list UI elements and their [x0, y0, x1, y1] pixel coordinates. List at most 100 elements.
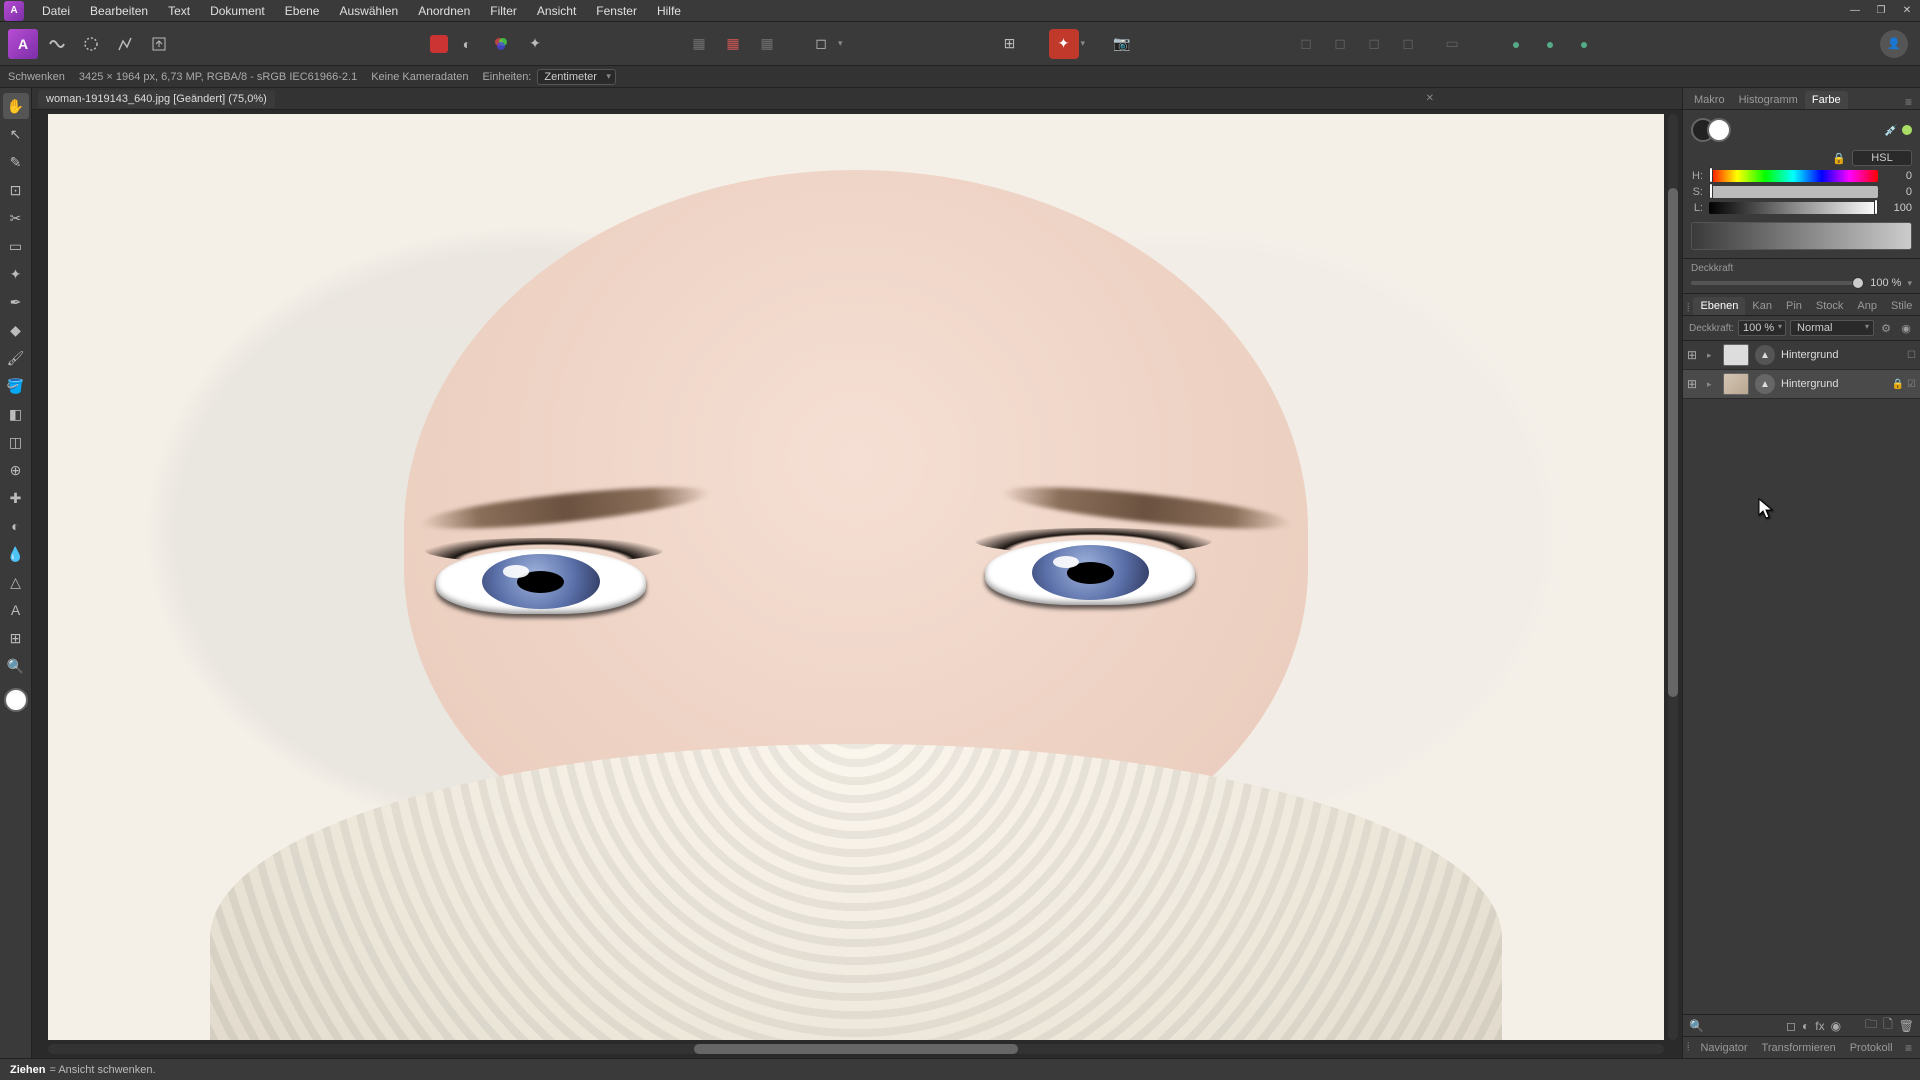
layer-opacity-input[interactable]: 100 %	[1738, 320, 1786, 336]
clone-tool[interactable]: ⊕	[3, 457, 29, 483]
lightness-slider[interactable]	[1709, 202, 1878, 214]
document-tab-close-button[interactable]: ✕	[1426, 93, 1434, 104]
persona-develop-icon[interactable]	[76, 29, 106, 59]
opacity-slider[interactable]	[1691, 281, 1864, 285]
lig-value[interactable]: 100	[1884, 202, 1912, 214]
layer-checkbox-icon[interactable]: ☑	[1907, 379, 1916, 390]
layer-visibility-icon[interactable]: ⊞	[1687, 377, 1701, 391]
layer-expand-icon[interactable]: ▸	[1707, 350, 1717, 361]
window-minimize-button[interactable]: —	[1842, 0, 1868, 22]
menu-auswaehlen[interactable]: Auswählen	[329, 1, 408, 21]
opacity-value[interactable]: 100 %	[1870, 277, 1901, 289]
move-tool[interactable]: ↖	[3, 121, 29, 147]
node-tool[interactable]: ◆	[3, 317, 29, 343]
selection-grow-icon[interactable]: ▦	[752, 29, 782, 59]
color-picker-tool[interactable]: ✎	[3, 149, 29, 175]
fill-tool[interactable]: 🪣	[3, 373, 29, 399]
layer-thumbnail[interactable]	[1723, 344, 1749, 366]
tab-kanaele[interactable]: Kan	[1745, 297, 1779, 315]
flood-select-tool[interactable]: ✦	[3, 261, 29, 287]
layer-expand-icon[interactable]: ▸	[1707, 379, 1717, 390]
adjustment-layer-icon[interactable]: ◐	[1802, 1019, 1809, 1033]
crop-tool[interactable]: ⊡	[3, 177, 29, 203]
tab-makro[interactable]: Makro	[1687, 91, 1732, 109]
foreground-color-circle[interactable]	[1707, 118, 1731, 142]
swatch-red-icon[interactable]	[430, 35, 448, 53]
menu-dokument[interactable]: Dokument	[200, 1, 275, 21]
selection-none-icon[interactable]: ▦	[684, 29, 714, 59]
healing-tool[interactable]: ✚	[3, 485, 29, 511]
blend-mode-select[interactable]: Normal	[1790, 320, 1874, 336]
sync-cloud-icon[interactable]: ●	[1535, 29, 1565, 59]
paint-brush-tool[interactable]: 🖌	[3, 345, 29, 371]
color-mode-select[interactable]: HSL	[1852, 150, 1912, 166]
hue-value[interactable]: 0	[1884, 170, 1912, 182]
pen-tool[interactable]: ✒	[3, 289, 29, 315]
tab-stile[interactable]: Stile	[1884, 297, 1919, 315]
tab-anpassungen[interactable]: Anp	[1850, 297, 1884, 315]
tab-histogramm[interactable]: Histogramm	[1732, 91, 1805, 109]
shape-tool[interactable]: △	[3, 569, 29, 595]
selection-brush-tool[interactable]: ✂	[3, 205, 29, 231]
delete-layer-icon[interactable]: 🗑	[1899, 1019, 1914, 1033]
window-close-button[interactable]: ✕	[1894, 0, 1920, 22]
camera-icon[interactable]: 📷	[1107, 29, 1137, 59]
canvas-viewport[interactable]	[32, 110, 1682, 1058]
dropdown-caret-icon[interactable]: ▾	[1907, 278, 1912, 289]
selection-invert-icon[interactable]: ▦	[718, 29, 748, 59]
panel-dock-icon[interactable]: ⦙	[1687, 302, 1689, 315]
tab-stock[interactable]: Stock	[1809, 297, 1851, 315]
eyedropper-icon[interactable]: 💉	[1884, 124, 1898, 137]
gradient-tool[interactable]: ◧	[3, 401, 29, 427]
hand-tool[interactable]: ✋	[3, 93, 29, 119]
layer-settings-icon[interactable]: ⚙	[1878, 322, 1894, 335]
menu-ebene[interactable]: Ebene	[275, 1, 330, 21]
vertical-scrollbar[interactable]	[1668, 114, 1678, 1040]
layer-visibility-icon[interactable]: ⊞	[1687, 348, 1701, 362]
group-layer-icon[interactable]: 🗀	[1865, 1015, 1877, 1036]
layer-fx-icon[interactable]: ◉	[1898, 322, 1914, 335]
persona-export-icon[interactable]	[144, 29, 174, 59]
mesh-tool[interactable]: ⊞	[3, 625, 29, 651]
persona-photo-icon[interactable]: A	[8, 29, 38, 59]
marquee-tool[interactable]: ▭	[3, 233, 29, 259]
tab-navigator[interactable]: Navigator	[1693, 1039, 1754, 1057]
document-tab[interactable]: woman-1919143_640.jpg [Geändert] (75,0%)	[38, 90, 275, 108]
add-layer-icon[interactable]: 🗋	[1883, 1015, 1893, 1036]
menu-hilfe[interactable]: Hilfe	[647, 1, 691, 21]
fx-layer-icon[interactable]: fx	[1815, 1019, 1824, 1033]
horizontal-scrollbar[interactable]	[48, 1044, 1664, 1054]
quick-mask-icon[interactable]: ◻	[806, 29, 836, 59]
menu-filter[interactable]: Filter	[480, 1, 527, 21]
menu-text[interactable]: Text	[158, 1, 200, 21]
dropdown-caret-icon[interactable]: ▾	[1081, 38, 1086, 49]
menu-anordnen[interactable]: Anordnen	[408, 1, 480, 21]
menu-ansicht[interactable]: Ansicht	[527, 1, 586, 21]
tab-transformieren[interactable]: Transformieren	[1755, 1039, 1843, 1057]
menu-fenster[interactable]: Fenster	[586, 1, 647, 21]
panel-menu-icon[interactable]: ≡	[1901, 1041, 1916, 1055]
tab-ebenen[interactable]: Ebenen	[1693, 297, 1745, 315]
zoom-tool[interactable]: 🔍	[3, 653, 29, 679]
persona-liquify-icon[interactable]	[42, 29, 72, 59]
layer-name-label[interactable]: Hintergrund	[1781, 378, 1886, 390]
window-maximize-button[interactable]: ❐	[1868, 0, 1894, 22]
layer-search-icon[interactable]: 🔍	[1689, 1019, 1704, 1033]
tab-pinsel[interactable]: Pin	[1779, 297, 1809, 315]
sync-cloud-icon[interactable]: ●	[1501, 29, 1531, 59]
layer-row[interactable]: ⊞ ▸ ▲ Hintergrund ☐	[1683, 341, 1920, 370]
autocontrast-icon[interactable]: ✦	[520, 29, 550, 59]
layer-lock-icon[interactable]: 🔒	[1892, 379, 1904, 390]
layer-checkbox-icon[interactable]: ☐	[1907, 350, 1916, 361]
autocolor-icon[interactable]	[486, 29, 516, 59]
assistant-icon[interactable]: ✦	[1049, 29, 1079, 59]
arrange-icon[interactable]: ⊞	[995, 29, 1025, 59]
tab-farbe[interactable]: Farbe	[1805, 91, 1848, 109]
layer-thumbnail[interactable]	[1723, 373, 1749, 395]
account-avatar-icon[interactable]: 👤	[1880, 30, 1908, 58]
hue-slider[interactable]	[1709, 170, 1878, 182]
sync-cloud-icon[interactable]: ●	[1569, 29, 1599, 59]
sat-value[interactable]: 0	[1884, 186, 1912, 198]
panel-dock-icon[interactable]: ⦙	[1687, 1041, 1689, 1054]
persona-tone-icon[interactable]	[110, 29, 140, 59]
